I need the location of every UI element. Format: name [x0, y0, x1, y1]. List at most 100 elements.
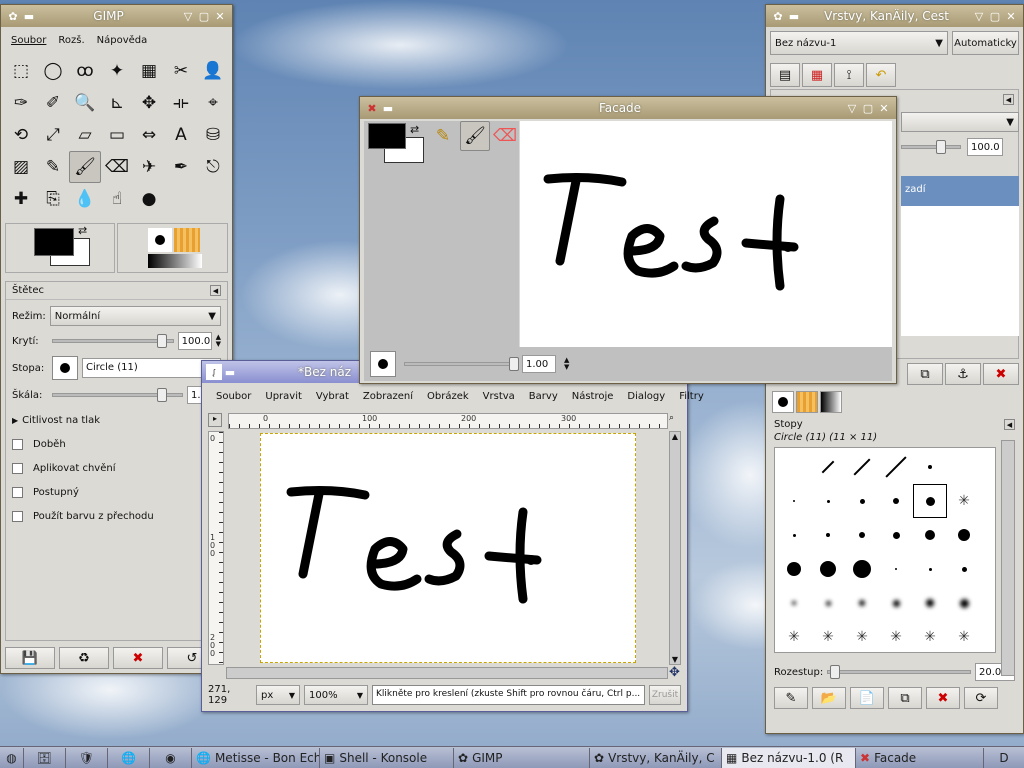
task-image[interactable]: ▦ Bez názvu-1.0 (R [722, 747, 856, 768]
brush-item[interactable]: ✳ [879, 620, 913, 652]
brush-item[interactable] [777, 586, 811, 620]
heal-tool-icon[interactable]: ✚ [5, 183, 37, 215]
layers-titlebar[interactable]: ✿ ▬ Vrstvy, KanÄily, Cest ▽ ▢ ✕ [766, 5, 1023, 27]
blur-tool-icon[interactable]: 💧 [69, 183, 101, 215]
brush-item[interactable] [811, 586, 845, 620]
brush-item[interactable] [811, 484, 845, 518]
paintbrush-tool-icon[interactable]: 🖌 [69, 151, 101, 183]
facade-titlebar[interactable]: ✖ ▬ Facade ▽ ▢ ✕ [360, 97, 896, 119]
brush-item[interactable]: ✳ [845, 620, 879, 652]
dodge-tool-icon[interactable]: ● [133, 183, 165, 215]
layers-menu-icon[interactable]: ◀ [1003, 94, 1014, 105]
menu-barvy[interactable]: Barvy [529, 391, 558, 402]
close-icon[interactable]: ✕ [1003, 8, 1019, 24]
shear-tool-icon[interactable]: ▱ [69, 119, 101, 151]
ellipse-select-tool-icon[interactable]: ◯ [37, 55, 69, 87]
minimize-bar-icon[interactable]: ▬ [786, 8, 802, 24]
opacity-slider[interactable] [52, 334, 174, 348]
pencil-tool-icon[interactable]: ✎ [428, 121, 458, 151]
perspective-tool-icon[interactable]: ▭ [101, 119, 133, 151]
brush-pattern-gradient[interactable] [117, 223, 228, 273]
new-brush-button[interactable]: 📂 [812, 687, 846, 709]
task-metisse[interactable]: 🌐 Metisse - Bon Echo [192, 747, 320, 768]
auto-button[interactable]: Automaticky [952, 31, 1019, 55]
layer-opacity-slider[interactable] [901, 140, 961, 154]
brush-item[interactable] [777, 484, 811, 518]
menu-launcher-icon[interactable]: ◍ [0, 747, 24, 768]
minimize-bar-icon[interactable]: ▬ [380, 100, 396, 116]
eraser-tool-icon[interactable]: ⌫ [492, 121, 518, 151]
scroll-down-icon[interactable]: ▼ [670, 655, 680, 664]
eraser-tool-icon[interactable]: ⌫ [101, 151, 133, 183]
facade-canvas[interactable] [520, 121, 892, 347]
gimp-app-icon[interactable]: ᶘ [206, 364, 222, 380]
blend-tool-icon[interactable]: ▨ [5, 151, 37, 183]
menu-zobrazeni[interactable]: Zobrazení [363, 391, 413, 402]
fuzzy-select-tool-icon[interactable]: ✦ [101, 55, 133, 87]
task-layers[interactable]: ✿ Vrstvy, KanÄily, C [590, 747, 722, 768]
gradients-tab-icon[interactable] [820, 391, 842, 413]
brush-item[interactable]: ✳ [913, 620, 947, 652]
align-tool-icon[interactable]: ⟛ [165, 87, 197, 119]
close-icon[interactable]: ✕ [212, 8, 228, 24]
bucket-fill-tool-icon[interactable]: ⛁ [197, 119, 229, 151]
menu-nastroje[interactable]: Nástroje [572, 391, 614, 402]
brush-button[interactable] [52, 356, 78, 380]
layer-row-selected[interactable]: zadí [901, 176, 1019, 206]
brush-item[interactable] [913, 586, 947, 620]
options-menu-icon[interactable]: ◀ [210, 285, 221, 296]
brush-item[interactable]: ✳ [811, 620, 845, 652]
delete-layer-button[interactable]: ✖ [983, 363, 1019, 385]
zoom-fit-icon[interactable]: ⌕ [669, 413, 681, 427]
brush-item[interactable] [947, 518, 981, 552]
brush-item[interactable] [913, 450, 947, 484]
flip-tool-icon[interactable]: ⇔ [133, 119, 165, 151]
opacity-spin[interactable]: 100.0 [177, 332, 212, 350]
swap-colors-icon[interactable]: ⇄ [78, 224, 87, 237]
scale-tool-icon[interactable]: ⤢ [37, 119, 69, 151]
brush-item[interactable] [879, 586, 913, 620]
duplicate-layer-button[interactable]: ⧉ [907, 363, 943, 385]
foreground-select-tool-icon[interactable]: 👤 [197, 55, 229, 87]
brush-item[interactable] [947, 586, 981, 620]
pencil-tool-icon[interactable]: ✎ [37, 151, 69, 183]
copy-brush-button[interactable]: ⧉ [888, 687, 922, 709]
gradient-preview-icon[interactable] [148, 254, 202, 268]
cancel-button[interactable]: Zrušit [649, 685, 681, 705]
zoom-tool-icon[interactable]: 🔍 [69, 87, 101, 119]
menu-vybrat[interactable]: Vybrat [316, 391, 349, 402]
foreground-color-swatch[interactable] [34, 228, 74, 256]
facade-size-spin[interactable]: 1.00 [522, 355, 556, 373]
toolbox-titlebar[interactable]: ✿ ▬ GIMP ▽ ▢ ✕ [1, 5, 232, 27]
vertical-ruler[interactable]: 0 100 200 [208, 431, 224, 665]
unit-select[interactable]: px ▼ [256, 685, 300, 705]
color-picker-tool-icon[interactable]: ✐ [37, 87, 69, 119]
spin-arrows-icon[interactable]: ▲ ▼ [216, 334, 221, 348]
gradient-color-checkbox[interactable] [12, 511, 23, 522]
color-select-tool-icon[interactable]: ▦ [133, 55, 165, 87]
task-gimp[interactable]: ✿ GIMP [454, 747, 590, 768]
maximize-icon[interactable]: ▢ [860, 100, 876, 116]
brush-item[interactable] [811, 518, 845, 552]
brushes-menu-icon[interactable]: ◀ [1004, 419, 1015, 430]
spacing-slider[interactable] [827, 665, 971, 679]
crop-tool-icon[interactable]: ⌖ [197, 87, 229, 119]
brush-item[interactable]: ✳ [947, 620, 981, 652]
refresh-brushes-button[interactable]: ⟳ [964, 687, 998, 709]
vertical-scrollbar[interactable]: ▲ ▼ [669, 431, 681, 665]
layer-opacity-spin[interactable]: 100.0 [967, 138, 1003, 156]
brush-item[interactable]: ✳ [777, 620, 811, 652]
window-menu-icon[interactable]: ✿ [770, 8, 786, 24]
perspective-clone-tool-icon[interactable]: ⎘ [37, 183, 69, 215]
menu-rozs[interactable]: Rozš. [58, 35, 84, 46]
clone-tool-icon[interactable]: ⎋ [197, 151, 229, 183]
brush-item[interactable] [845, 450, 879, 484]
brush-item[interactable] [947, 552, 981, 586]
brush-item[interactable] [811, 450, 845, 484]
undo-tab-icon[interactable]: ↶ [866, 63, 896, 87]
minimize-bar-icon[interactable]: ▬ [21, 8, 37, 24]
facade-brush-button[interactable] [370, 351, 396, 377]
smudge-tool-icon[interactable]: ☝ [101, 183, 133, 215]
brush-item[interactable] [879, 484, 913, 518]
brush-item[interactable] [879, 552, 913, 586]
